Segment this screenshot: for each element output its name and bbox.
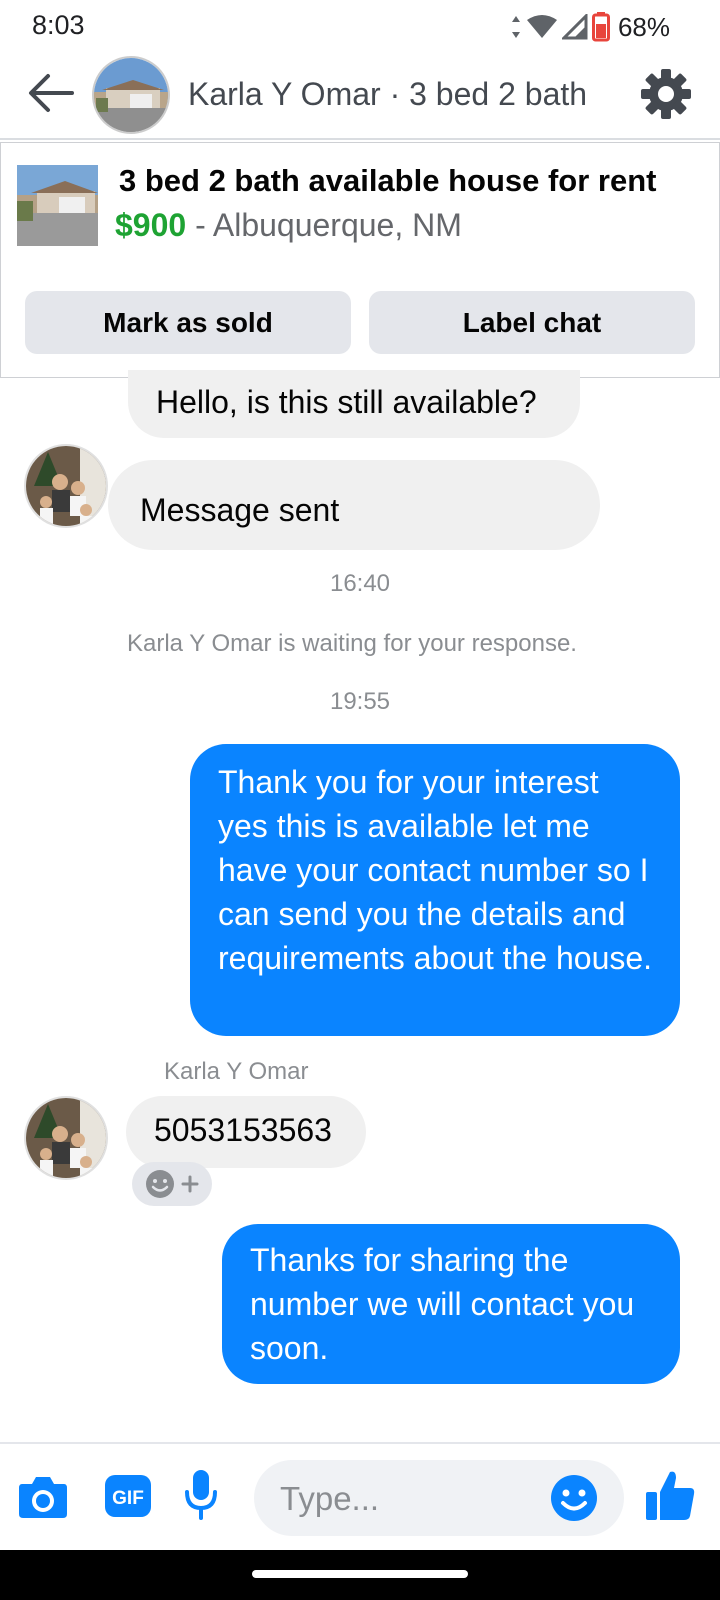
listing-thumbnail[interactable] (17, 165, 98, 246)
message-bubble-outgoing[interactable]: Thanks for sharing the number we will co… (222, 1224, 680, 1384)
back-arrow-icon (29, 74, 74, 112)
voice-button[interactable] (184, 1468, 218, 1527)
mark-as-sold-button[interactable]: Mark as sold (25, 291, 351, 354)
sender-avatar[interactable] (24, 444, 108, 528)
message-composer: GIF Type... (0, 1442, 720, 1550)
gif-button[interactable]: GIF (104, 1474, 152, 1523)
message-bubble-incoming[interactable]: Message sent (108, 460, 600, 550)
listing-location: Albuquerque, NM (212, 207, 462, 243)
listing-subtitle: $900 - Albuquerque, NM (115, 207, 462, 244)
label-chat-button[interactable]: Label chat (369, 291, 695, 354)
listing-title[interactable]: 3 bed 2 bath available house for rent (119, 163, 656, 199)
sender-avatar[interactable] (24, 1096, 108, 1180)
family-photo (26, 446, 106, 526)
listing-separator: - (186, 207, 213, 243)
system-navigation-bar (0, 1550, 720, 1600)
status-bar: 8:03 68% (0, 0, 720, 52)
timestamp: 16:40 (329, 570, 391, 597)
family-photo (26, 1098, 106, 1178)
status-time: 8:03 (32, 10, 85, 40)
plus-icon (181, 1175, 199, 1193)
message-bubble-incoming[interactable]: Hello, is this still available? (128, 370, 580, 438)
status-icons: 68% (510, 12, 670, 42)
message-bubble-incoming[interactable]: 5053153563 (126, 1096, 366, 1168)
camera-button[interactable] (18, 1472, 68, 1525)
add-reaction-button[interactable] (132, 1162, 212, 1206)
gif-label: GIF (112, 1488, 144, 1509)
sender-name: Karla Y Omar (164, 1058, 309, 1085)
listing-card[interactable]: 3 bed 2 bath available house for rent $9… (0, 142, 720, 378)
contact-avatar[interactable] (92, 56, 170, 134)
timestamp: 19:55 (329, 688, 391, 715)
data-arrows-icon (511, 16, 520, 38)
listing-price: $900 (115, 207, 187, 243)
home-gesture-handle[interactable] (252, 1570, 468, 1578)
house-photo (17, 165, 98, 246)
message-input[interactable]: Type... (254, 1460, 624, 1536)
microphone-icon (185, 1470, 217, 1520)
back-button[interactable] (26, 68, 76, 118)
gear-icon (641, 69, 691, 119)
like-button[interactable] (644, 1468, 696, 1527)
conversation-title[interactable]: Karla Y Omar · 3 bed 2 bath (188, 76, 587, 113)
house-photo (94, 58, 168, 132)
message-bubble-outgoing[interactable]: Thank you for your interest yes this is … (190, 744, 680, 1036)
signal-icon (561, 14, 588, 40)
emoji-icon (146, 1170, 174, 1198)
wifi-icon (526, 15, 557, 38)
settings-button[interactable] (640, 68, 692, 120)
waiting-notice: Karla Y Omar is waiting for your respons… (127, 630, 577, 657)
battery-icon (591, 12, 610, 42)
camera-icon (19, 1477, 67, 1518)
emoji-icon[interactable] (550, 1474, 598, 1522)
gif-icon: GIF (105, 1475, 151, 1517)
conversation-header: Karla Y Omar · 3 bed 2 bath (0, 52, 720, 140)
thumbs-up-icon (646, 1471, 695, 1520)
message-input-placeholder: Type... (280, 1480, 380, 1517)
battery-percent: 68% (617, 11, 670, 42)
